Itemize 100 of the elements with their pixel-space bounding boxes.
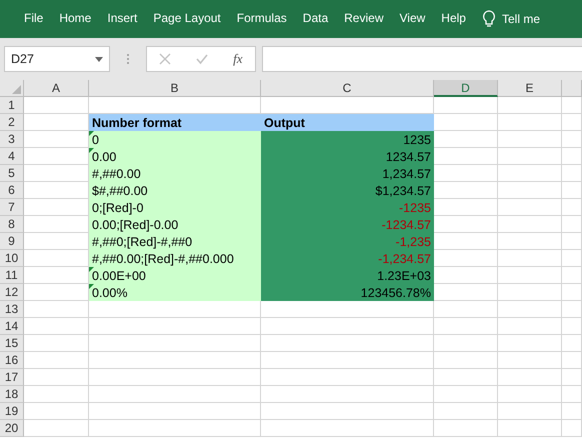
empty-cell[interactable] [562,352,582,369]
close-icon[interactable] [159,53,172,65]
ribbon-tab[interactable]: Data [296,7,334,31]
empty-cell[interactable] [261,335,434,352]
row-header[interactable]: 18 [0,386,24,403]
empty-cell[interactable] [498,318,562,335]
empty-cell[interactable] [434,386,498,403]
select-all-corner[interactable] [0,80,24,97]
row-header[interactable]: 17 [0,369,24,386]
row-header[interactable]: 4 [0,148,24,165]
row-header[interactable]: 11 [0,267,24,284]
empty-cell[interactable] [498,114,562,131]
row-header[interactable]: 19 [0,403,24,420]
empty-cell[interactable] [434,369,498,386]
empty-cell[interactable] [261,386,434,403]
row-header[interactable]: 1 [0,97,24,114]
row-header[interactable]: 12 [0,284,24,301]
ribbon-tab[interactable]: Help [435,7,472,31]
row-header[interactable]: 14 [0,318,24,335]
row-header[interactable]: 13 [0,301,24,318]
empty-cell[interactable] [89,318,261,335]
caret-icon[interactable] [95,56,103,62]
empty-cell[interactable] [562,318,582,335]
empty-cell[interactable] [498,335,562,352]
ribbon-tab[interactable]: View [394,7,432,31]
column-header[interactable]: A [24,80,89,97]
row-header[interactable]: 15 [0,335,24,352]
empty-cell[interactable] [562,386,582,403]
empty-cell[interactable] [562,267,582,284]
tell-me-search[interactable]: Tell me [496,8,540,30]
ribbon-tab[interactable]: Insert [101,7,144,31]
empty-cell[interactable] [562,97,582,114]
name-box[interactable]: D27 [4,46,110,72]
empty-cell[interactable] [498,131,562,148]
empty-cell[interactable] [89,369,261,386]
row-header[interactable]: 7 [0,199,24,216]
ribbon-tab[interactable]: Review [338,7,390,31]
empty-cell[interactable] [498,182,562,199]
empty-cell[interactable] [498,233,562,250]
checkmark-icon[interactable] [196,53,208,65]
empty-cell[interactable] [498,369,562,386]
empty-cell[interactable] [562,216,582,233]
ribbon-tab[interactable]: Formulas [230,7,293,31]
empty-cell[interactable] [498,165,562,182]
empty-cell[interactable] [261,369,434,386]
empty-cell[interactable] [562,199,582,216]
empty-cell[interactable] [434,97,498,114]
empty-cell[interactable] [89,386,261,403]
row-header[interactable]: 5 [0,165,24,182]
empty-cell[interactable] [434,352,498,369]
empty-cell[interactable] [562,148,582,165]
column-header[interactable]: C [261,80,434,97]
empty-cell[interactable] [89,420,261,437]
empty-cell[interactable] [562,182,582,199]
empty-cell[interactable] [562,335,582,352]
empty-cell[interactable] [434,318,498,335]
row-header[interactable]: 3 [0,131,24,148]
empty-cell[interactable] [562,369,582,386]
empty-cell[interactable] [498,148,562,165]
lightbulb-icon[interactable] [482,10,496,28]
column-header[interactable] [562,80,582,97]
empty-cell[interactable] [434,403,498,420]
empty-cell[interactable] [261,352,434,369]
empty-cell[interactable] [562,250,582,267]
empty-cell[interactable] [89,403,261,420]
empty-cell[interactable] [562,233,582,250]
formula-input[interactable] [262,46,582,72]
empty-cell[interactable] [562,131,582,148]
row-header[interactable]: 16 [0,352,24,369]
row-header[interactable]: 8 [0,216,24,233]
empty-cell[interactable] [261,420,434,437]
empty-cell[interactable] [434,335,498,352]
empty-cell[interactable] [261,301,434,318]
empty-cell[interactable] [498,386,562,403]
empty-cell[interactable] [562,165,582,182]
row-header[interactable]: 10 [0,250,24,267]
empty-cell[interactable] [434,420,498,437]
row-header[interactable]: 6 [0,182,24,199]
ribbon-tab[interactable]: Home [53,7,98,31]
column-header[interactable]: E [498,80,562,97]
empty-cell[interactable] [498,352,562,369]
empty-cell[interactable] [562,114,582,131]
empty-cell[interactable] [261,318,434,335]
empty-cell[interactable] [498,216,562,233]
empty-cell[interactable] [498,284,562,301]
ribbon-tab[interactable]: Page Layout [147,7,227,31]
empty-cell[interactable] [261,403,434,420]
ribbon-tab[interactable]: File [18,7,50,31]
column-header[interactable]: B [89,80,261,97]
empty-cell[interactable] [89,335,261,352]
empty-cell[interactable] [89,301,261,318]
row-header[interactable]: 9 [0,233,24,250]
empty-cell[interactable] [498,97,562,114]
empty-cell[interactable] [498,250,562,267]
column-header[interactable]: D [434,80,498,97]
empty-cell[interactable] [562,301,582,318]
empty-cell[interactable] [89,352,261,369]
row-header[interactable]: 2 [0,114,24,131]
insert-function-button[interactable]: fx [233,51,243,67]
empty-cell[interactable] [562,420,582,437]
